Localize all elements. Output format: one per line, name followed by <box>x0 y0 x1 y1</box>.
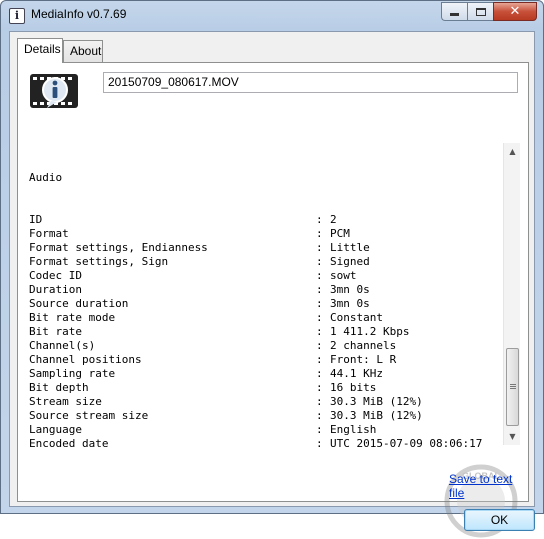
info-separator: : <box>316 283 323 296</box>
info-row: Bit rate mode: Constant <box>29 311 518 325</box>
info-separator: : <box>316 269 323 282</box>
minimize-button[interactable] <box>441 2 467 21</box>
ok-button[interactable]: OK <box>464 509 535 531</box>
info-separator: : <box>316 437 323 449</box>
vertical-scrollbar[interactable]: ▲ ▼ <box>503 143 520 445</box>
info-value: 2 channels <box>330 339 397 352</box>
scroll-down-icon[interactable]: ▼ <box>504 428 521 445</box>
info-value: 16 bits <box>330 381 377 394</box>
media-info-text[interactable]: Audio ID:2 Format: PCM Format settings, End… <box>29 143 518 449</box>
info-separator: : <box>316 339 323 352</box>
info-value: UTC 2015-07-09 08:06:17 <box>330 437 483 449</box>
info-separator: : <box>316 395 323 408</box>
scroll-up-icon[interactable]: ▲ <box>504 143 521 160</box>
info-value: 1 411.2 Kbps <box>330 325 410 338</box>
info-key: Encoded date <box>29 437 109 449</box>
info-value: PCM <box>330 227 350 240</box>
info-row: Stream size:30.3 MiB (12%) <box>29 395 518 409</box>
info-separator: : <box>316 227 323 240</box>
info-row: Channel positions: Front: L R <box>29 353 518 367</box>
info-value: 3mn 0s <box>330 297 370 310</box>
info-key: Language <box>29 423 82 436</box>
info-key: Bit rate mode <box>29 311 116 324</box>
section-title: Audio <box>29 171 63 184</box>
info-row: Source stream size:30.3 MiB (12%) <box>29 409 518 423</box>
close-icon: ✕ <box>509 4 521 19</box>
info-key: Format settings, Sign <box>29 255 169 268</box>
info-value: 2 <box>330 213 337 226</box>
app-icon: i <box>9 8 25 24</box>
info-key: Channel(s) <box>29 339 96 352</box>
scrollbar-thumb[interactable] <box>506 348 519 426</box>
save-to-text-file-link[interactable]: Save to text file <box>449 472 528 500</box>
title-bar[interactable]: i MediaInfo v0.7.69 ✕ <box>1 1 543 31</box>
info-value: English <box>330 423 377 436</box>
info-row: Format: PCM <box>29 227 518 241</box>
details-panel: 20150709_080617.MOV Audio ID:2 Format: PCM… <box>17 62 535 538</box>
info-row: Format settings, Endianness: Little <box>29 241 518 255</box>
grip-line <box>510 384 516 385</box>
info-key: Stream size <box>29 395 102 408</box>
info-separator: : <box>316 367 323 380</box>
info-row: Source duration:3mn 0s <box>29 297 518 311</box>
info-separator: : <box>316 241 323 254</box>
info-key: Format <box>29 227 69 240</box>
info-row: Sampling rate:44.1 KHz <box>29 367 518 381</box>
info-key: Source stream size <box>29 409 149 422</box>
caption-buttons: ✕ <box>441 2 537 21</box>
info-key: Duration <box>29 283 82 296</box>
info-value: Signed <box>330 255 370 268</box>
info-value: 44.1 KHz <box>330 367 383 380</box>
client-area: Details About 20150709_080617.MOV Audio <box>9 31 535 538</box>
mediainfo-window: i MediaInfo v0.7.69 ✕ Details About 2015… <box>0 0 544 538</box>
info-value: Little <box>330 241 370 254</box>
info-key: Format settings, Endianness <box>29 241 208 254</box>
info-key: Bit depth <box>29 381 89 394</box>
info-key: Codec ID <box>29 269 82 282</box>
info-separator: : <box>316 255 323 268</box>
info-row: Encoded date: UTC 2015-07-09 08:06:17 <box>29 437 518 449</box>
grip-line <box>510 388 516 389</box>
info-row: Channel(s):2 channels <box>29 339 518 353</box>
info-key: Channel positions <box>29 353 142 366</box>
mediainfo-logo-icon <box>30 74 78 108</box>
close-button[interactable]: ✕ <box>493 2 537 21</box>
section-heading: Audio <box>29 171 518 185</box>
window-title: MediaInfo v0.7.69 <box>31 7 127 21</box>
maximize-button[interactable] <box>467 2 493 21</box>
info-row: Language: English <box>29 423 518 437</box>
info-key: Bit rate <box>29 325 82 338</box>
info-value: 30.3 MiB (12%) <box>330 409 423 422</box>
maximize-icon <box>475 7 486 16</box>
info-row: Codec ID: sowt <box>29 269 518 283</box>
info-value: 3mn 0s <box>330 283 370 296</box>
info-row: Format settings, Sign: Signed <box>29 255 518 269</box>
minimize-icon <box>450 13 459 16</box>
info-value: Constant <box>330 311 383 324</box>
info-separator: : <box>316 213 323 226</box>
tab-about[interactable]: About <box>63 40 103 62</box>
info-separator: : <box>316 325 323 338</box>
info-row: Duration:3mn 0s <box>29 283 518 297</box>
grip-line <box>510 386 516 387</box>
info-key: Sampling rate <box>29 367 116 380</box>
info-key: Source duration <box>29 297 129 310</box>
info-separator: : <box>316 409 323 422</box>
info-key: ID <box>29 213 43 226</box>
info-separator: : <box>316 423 323 436</box>
info-row: Bit rate:1 411.2 Kbps <box>29 325 518 339</box>
info-row: ID:2 <box>29 213 518 227</box>
info-separator: : <box>316 311 323 324</box>
tab-details[interactable]: Details <box>17 38 63 63</box>
info-separator: : <box>316 297 323 310</box>
info-separator: : <box>316 353 323 366</box>
info-value: sowt <box>330 269 357 282</box>
info-separator: : <box>316 381 323 394</box>
info-value: Front: L R <box>330 353 397 366</box>
info-row: Bit depth:16 bits <box>29 381 518 395</box>
info-value: 30.3 MiB (12%) <box>330 395 423 408</box>
file-name-field[interactable]: 20150709_080617.MOV <box>103 72 518 93</box>
